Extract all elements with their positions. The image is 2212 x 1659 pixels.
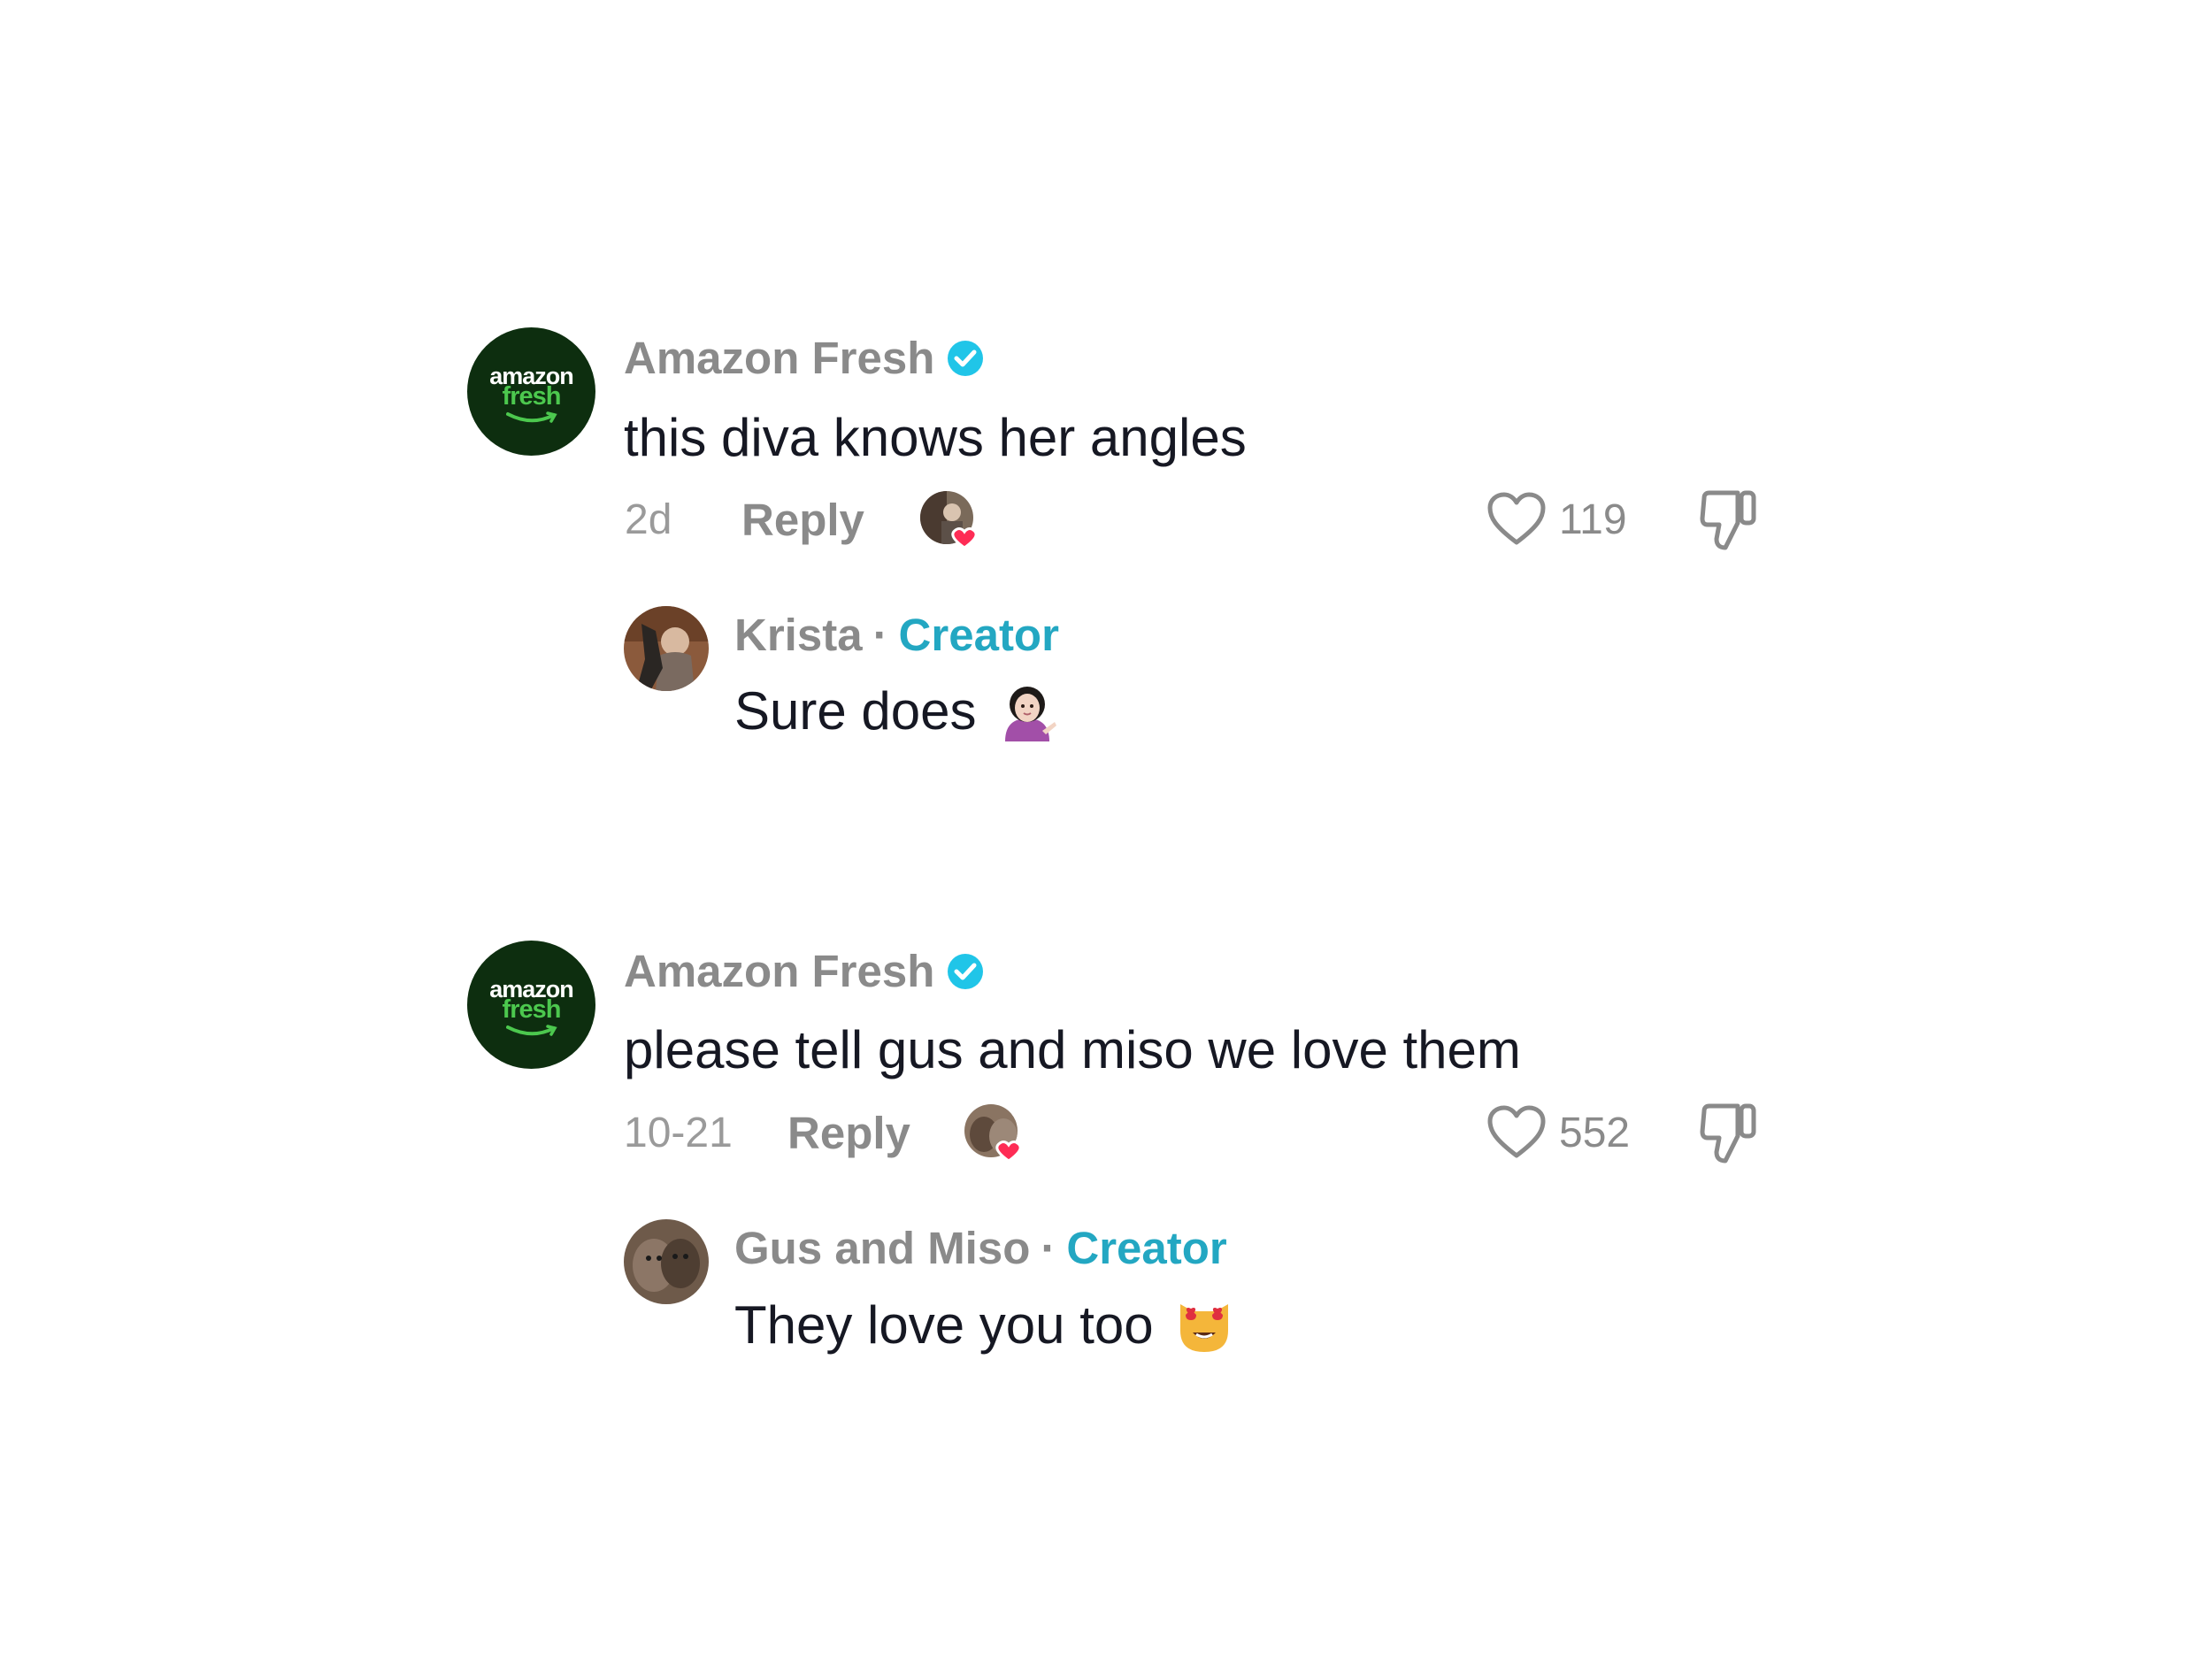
- heart-outline-icon: [1487, 1105, 1546, 1158]
- like-button[interactable]: 552: [1486, 1104, 1630, 1161]
- author-name: Amazon Fresh: [624, 333, 935, 383]
- like-count: 552: [1559, 1109, 1631, 1156]
- reply-text: They love you too: [734, 1294, 1235, 1356]
- reply-text: Sure does: [734, 680, 1058, 741]
- heart-eyes-cat-emoji: [1179, 1304, 1228, 1352]
- reply-text-content: They love you too: [734, 1294, 1154, 1355]
- creator-liked-icon: [964, 1104, 1022, 1163]
- comment-text: please tell gus and miso we love them: [624, 1020, 1521, 1079]
- avatar-photo: [624, 1219, 709, 1304]
- avatar-photo: [624, 606, 709, 691]
- comment-author[interactable]: Amazon Fresh: [624, 945, 984, 997]
- like-button[interactable]: 119: [1486, 491, 1627, 548]
- dislike-icon[interactable]: [1697, 489, 1759, 553]
- reply-author[interactable]: Gus and Miso · Creator: [734, 1222, 1227, 1274]
- reply-author[interactable]: Krista · Creator: [734, 609, 1059, 661]
- creator-badge: Creator: [1066, 1223, 1227, 1273]
- heart-outline-icon: [1487, 492, 1546, 545]
- comment-timestamp: 10-21: [624, 1110, 733, 1156]
- dislike-icon[interactable]: [1697, 1102, 1759, 1166]
- separator-dot: ·: [1041, 1223, 1056, 1273]
- reply-button[interactable]: Reply: [741, 494, 864, 546]
- author-name: Amazon Fresh: [624, 946, 935, 996]
- separator-dot: ·: [872, 610, 888, 660]
- verified-badge-icon: [948, 953, 984, 989]
- avatar[interactable]: amazon fresh: [467, 941, 595, 1069]
- creator-badge: Creator: [898, 610, 1059, 660]
- reply-button[interactable]: Reply: [787, 1107, 910, 1159]
- comment-author[interactable]: Amazon Fresh: [624, 332, 984, 384]
- avatar-brand-text: fresh: [502, 995, 562, 1024]
- reply-text-content: Sure does: [734, 680, 977, 741]
- like-count: 119: [1559, 495, 1627, 543]
- author-name: Gus and Miso: [734, 1223, 1031, 1273]
- creator-liked-icon: [920, 491, 978, 549]
- comment-timestamp: 2d: [625, 496, 672, 543]
- avatar[interactable]: amazon fresh: [467, 327, 595, 456]
- avatar-brand-text: fresh: [502, 382, 562, 411]
- author-name: Krista: [734, 610, 863, 660]
- woman-tipping-hand-emoji: [1004, 687, 1056, 741]
- avatar[interactable]: [624, 1219, 709, 1304]
- avatar[interactable]: [624, 606, 709, 691]
- verified-badge-icon: [948, 340, 984, 376]
- amazon-smile-icon: [506, 411, 557, 423]
- amazon-smile-icon: [506, 1025, 557, 1036]
- comment-text: this diva knows her angles: [624, 408, 1247, 467]
